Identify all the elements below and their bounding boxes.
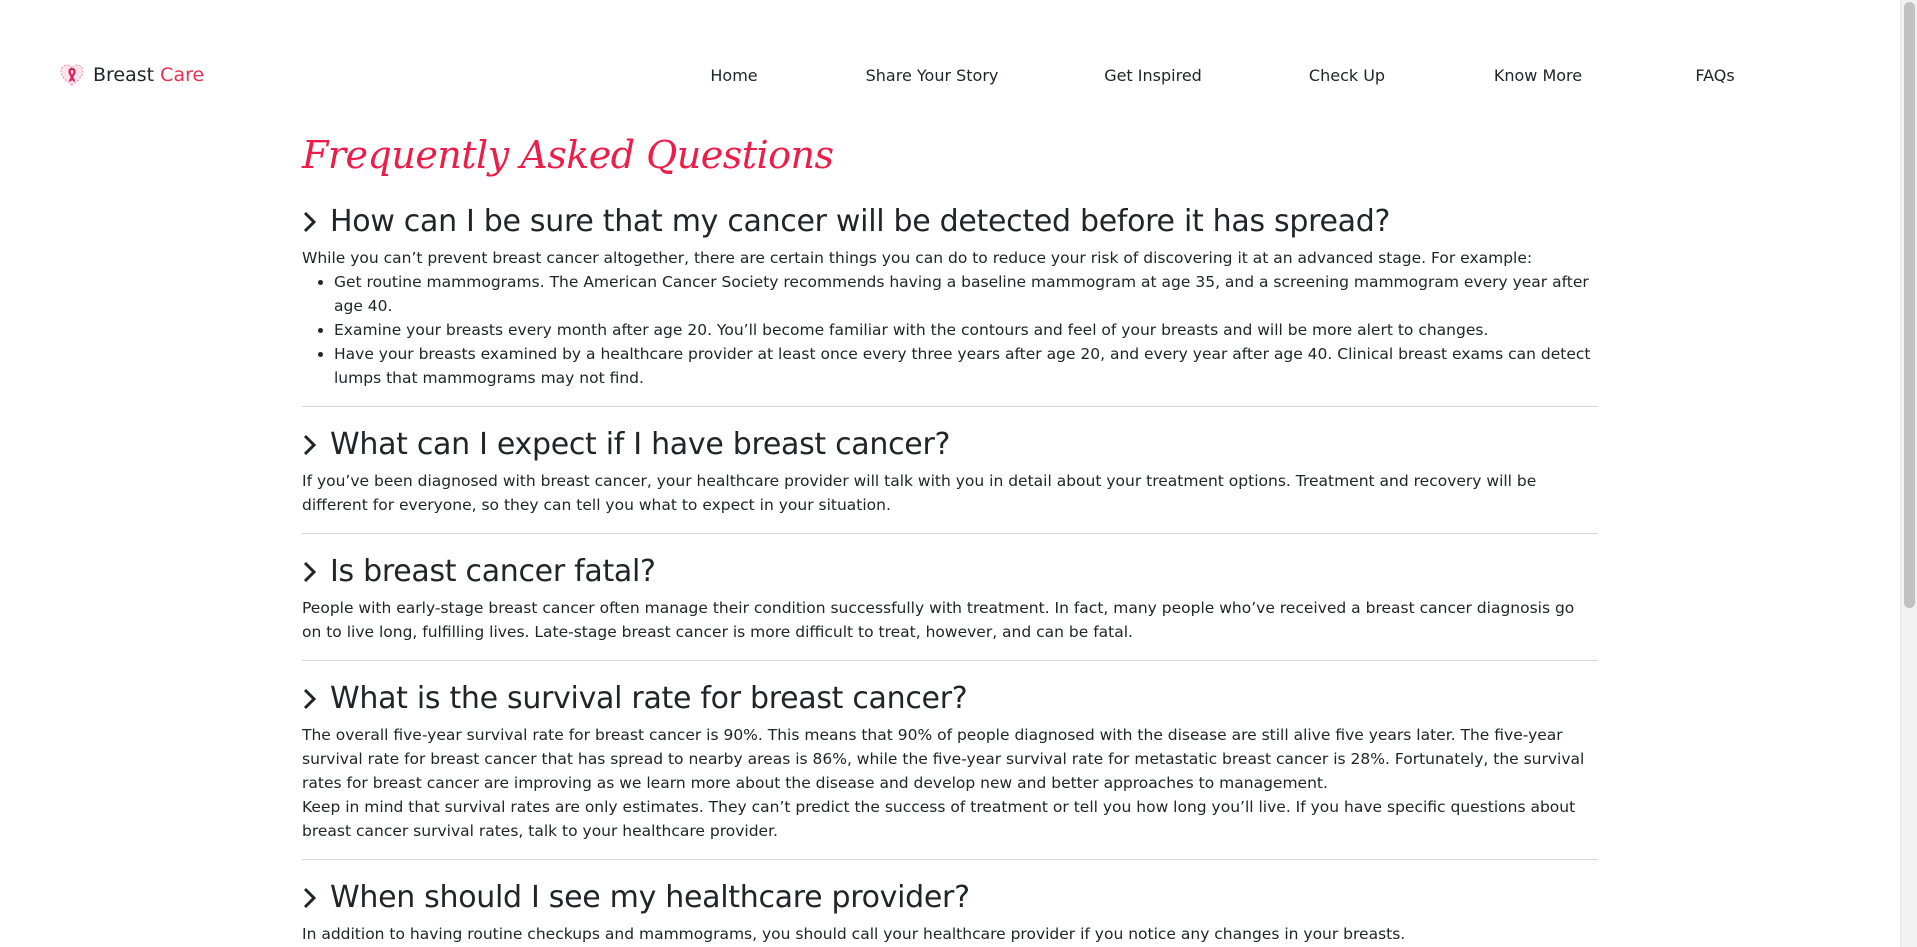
navbar: Breast Care Home Share Your Story Get In…: [0, 0, 1900, 150]
nav-know-more[interactable]: Know More: [1494, 66, 1582, 86]
chevron-right-icon: [303, 688, 317, 710]
faq-answer-text: The overall five-year survival rate for …: [302, 726, 1585, 792]
faq-answer-text: In addition to having routine checkups a…: [302, 925, 1406, 943]
faq-answer: People with early-stage breast cancer of…: [302, 596, 1598, 644]
faq-answer-text: People with early-stage breast cancer of…: [302, 599, 1575, 641]
nav-home[interactable]: Home: [710, 66, 757, 86]
nav-share-your-story[interactable]: Share Your Story: [866, 66, 999, 86]
vertical-scrollbar[interactable]: [1900, 0, 1917, 947]
faq-answer-text: While you can’t prevent breast cancer al…: [302, 249, 1533, 267]
faq-item: How can I be sure that my cancer will be…: [302, 202, 1598, 407]
faq-item: When should I see my healthcare provider…: [302, 878, 1598, 947]
page-title: Frequently Asked Questions: [302, 133, 834, 177]
chevron-right-icon: [303, 887, 317, 909]
faq-item: What is the survival rate for breast can…: [302, 679, 1598, 860]
faq-answer: The overall five-year survival rate for …: [302, 723, 1598, 843]
nav-menu: Home Share Your Story Get Inspired Check…: [0, 66, 1900, 90]
chevron-right-icon: [303, 211, 317, 233]
faq-question: What can I expect if I have breast cance…: [330, 427, 951, 462]
faq-item: Is breast cancer fatal? People with earl…: [302, 552, 1598, 661]
list-item: Get routine mammograms. The American Can…: [334, 270, 1598, 318]
faq-question: How can I be sure that my cancer will be…: [330, 204, 1391, 239]
faq-question: Is breast cancer fatal?: [330, 554, 656, 589]
faq-answer: In addition to having routine checkups a…: [302, 922, 1598, 946]
faq-question: When should I see my healthcare provider…: [330, 880, 970, 915]
nav-check-up[interactable]: Check Up: [1309, 66, 1385, 86]
faq-answer-text: Keep in mind that survival rates are onl…: [302, 798, 1576, 840]
faq-answer: While you can’t prevent breast cancer al…: [302, 246, 1598, 390]
faq-section: Frequently Asked Questions How can I be …: [302, 130, 1598, 947]
list-item: Have your breasts examined by a healthca…: [334, 342, 1598, 390]
faq-answer: If you’ve been diagnosed with breast can…: [302, 469, 1598, 517]
faq-question: What is the survival rate for breast can…: [330, 681, 968, 716]
faq-answer-text: If you’ve been diagnosed with breast can…: [302, 472, 1537, 514]
chevron-right-icon: [303, 561, 317, 583]
faq-question-toggle[interactable]: What is the survival rate for breast can…: [302, 679, 1598, 719]
list-item: Examine your breasts every month after a…: [334, 318, 1598, 342]
faq-question-toggle[interactable]: Is breast cancer fatal?: [302, 552, 1598, 592]
nav-faqs[interactable]: FAQs: [1695, 66, 1734, 86]
scrollbar-thumb[interactable]: [1904, 2, 1915, 608]
chevron-right-icon: [303, 434, 317, 456]
faq-question-toggle[interactable]: How can I be sure that my cancer will be…: [302, 202, 1598, 242]
faq-question-toggle[interactable]: What can I expect if I have breast cance…: [302, 425, 1598, 465]
faq-answer-list: Get routine mammograms. The American Can…: [334, 270, 1598, 390]
faq-item: What can I expect if I have breast cance…: [302, 425, 1598, 534]
nav-get-inspired[interactable]: Get Inspired: [1104, 66, 1202, 86]
faq-question-toggle[interactable]: When should I see my healthcare provider…: [302, 878, 1598, 918]
